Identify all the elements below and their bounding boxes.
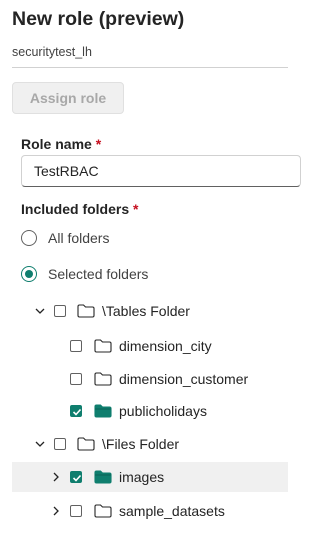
folder-icon xyxy=(77,304,95,318)
page-title: New role (preview) xyxy=(12,8,185,30)
radio-label: Selected folders xyxy=(48,266,149,282)
required-asterisk: * xyxy=(95,136,102,152)
folder-icon xyxy=(77,437,95,451)
tree-item-label: publicholidays xyxy=(119,403,207,419)
radio-button-selected[interactable] xyxy=(21,266,37,282)
role-name-input[interactable]: TestRBAC xyxy=(21,155,301,187)
radio-all-folders[interactable]: All folders xyxy=(21,228,109,248)
checkbox[interactable] xyxy=(54,305,66,317)
included-folders-label-text: Included folders xyxy=(21,201,130,217)
radio-selected-folders[interactable]: Selected folders xyxy=(21,264,148,284)
folder-icon xyxy=(94,339,112,353)
role-name-label: Role name * xyxy=(21,136,101,152)
tree-item-sample-datasets[interactable]: sample_datasets xyxy=(0,496,288,526)
tree-item-label: sample_datasets xyxy=(119,503,225,519)
folder-filled-icon xyxy=(94,404,112,418)
chevron-right-icon[interactable] xyxy=(50,505,62,517)
required-asterisk: * xyxy=(133,201,139,217)
included-folders-label: Included folders * xyxy=(21,201,138,217)
radio-label: All folders xyxy=(48,230,110,246)
folder-icon xyxy=(94,504,112,518)
tree-item-label: dimension_city xyxy=(119,338,212,354)
tree-item-publicholidays[interactable]: publicholidays xyxy=(0,396,288,426)
checkbox[interactable] xyxy=(70,340,82,352)
tree-item-dimension-city[interactable]: dimension_city xyxy=(0,331,288,361)
folder-filled-icon xyxy=(94,470,112,484)
role-name-label-text: Role name xyxy=(21,136,92,152)
chevron-down-icon[interactable] xyxy=(34,438,46,450)
header-divider xyxy=(12,67,288,68)
checkbox[interactable] xyxy=(70,373,82,385)
assign-role-button[interactable]: Assign role xyxy=(12,82,124,114)
tree-item-files-folder[interactable]: \Files Folder xyxy=(0,429,288,459)
chevron-down-icon[interactable] xyxy=(34,305,46,317)
checkbox-checked[interactable] xyxy=(70,471,82,483)
tree-item-label: \Files Folder xyxy=(102,436,180,452)
checkbox[interactable] xyxy=(70,505,82,517)
lakehouse-name: securitytest_lh xyxy=(12,45,92,59)
tree-item-dimension-customer[interactable]: dimension_customer xyxy=(0,364,288,394)
chevron-right-icon[interactable] xyxy=(50,471,62,483)
tree-item-label: images xyxy=(119,469,165,485)
checkbox-checked[interactable] xyxy=(70,405,82,417)
tree-item-images[interactable]: images xyxy=(12,462,288,492)
tree-item-label: dimension_customer xyxy=(119,371,249,387)
tree-item-tables-folder[interactable]: \Tables Folder xyxy=(0,296,288,326)
role-name-value: TestRBAC xyxy=(34,163,99,179)
radio-button[interactable] xyxy=(21,230,37,246)
folder-icon xyxy=(94,372,112,386)
checkbox[interactable] xyxy=(54,438,66,450)
tree-item-label: \Tables Folder xyxy=(102,303,190,319)
